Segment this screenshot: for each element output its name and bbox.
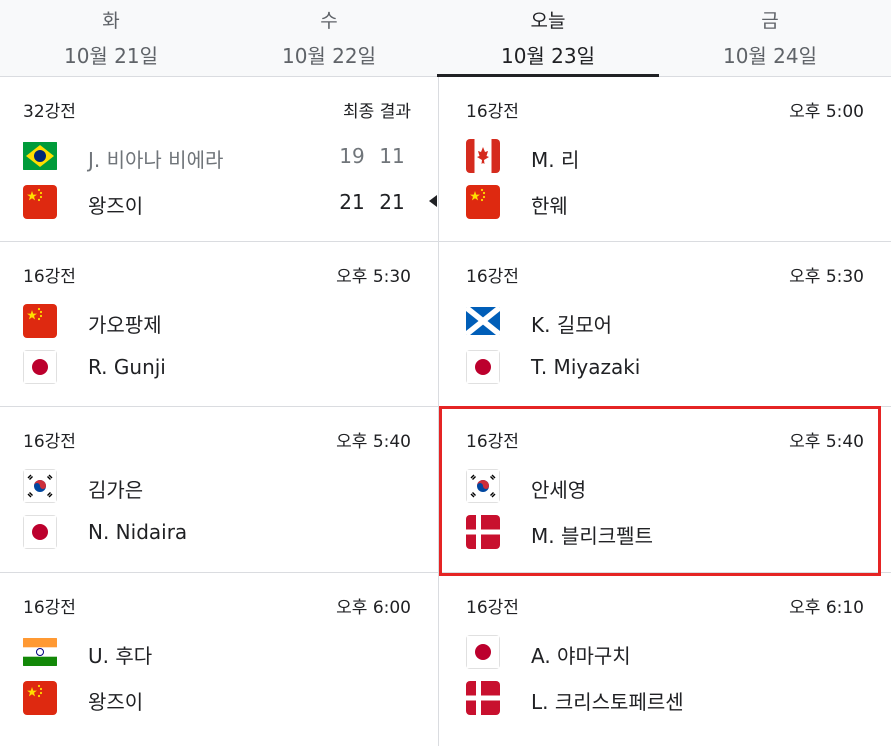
scotland-flag-icon — [466, 304, 500, 338]
match-stage: 16강전 — [23, 432, 76, 452]
korea-flag-icon — [23, 469, 57, 503]
player-name: L. 크리스토페르센 — [531, 690, 684, 714]
player-row: T. Miyazaki — [466, 350, 891, 384]
player-name: J. 비아나 비에라 — [88, 148, 224, 172]
tab-oct-24[interactable]: 금 10월 24일 — [659, 0, 881, 77]
tab-oct-21[interactable]: 화 10월 21일 — [0, 0, 222, 77]
player-name: 안세영 — [531, 478, 587, 502]
tab-date-label: 10월 21일 — [63, 44, 159, 68]
tab-date-label: 10월 23일 — [500, 44, 596, 68]
player-row: J. 비아나 비에라 19 11 — [23, 139, 438, 173]
china-flag-icon — [23, 185, 57, 219]
player-row: K. 길모어 — [466, 304, 891, 338]
player-name: 한웨 — [531, 194, 568, 218]
match-card[interactable]: 16강전 오후 5:30 가오팡제 R. Gunji — [0, 242, 438, 407]
tab-date-label: 10월 24일 — [722, 44, 818, 68]
tab-day-label: 수 — [320, 10, 338, 32]
tab-day-label: 금 — [761, 10, 779, 32]
player-name: U. 후다 — [88, 644, 153, 668]
player-row: 안세영 — [466, 469, 891, 503]
tab-day-label: 화 — [102, 10, 120, 32]
player-row: 왕즈이 — [23, 681, 438, 715]
player-name: 왕즈이 — [88, 690, 144, 714]
match-stage: 32강전 — [23, 102, 76, 122]
player-row: 한웨 — [466, 185, 891, 219]
japan-flag-icon — [466, 350, 500, 384]
player-name: N. Nidaira — [88, 520, 188, 544]
player-name: A. 야마구치 — [531, 644, 631, 668]
player-name: M. 블리크펠트 — [531, 524, 653, 548]
player-name: 김가은 — [88, 478, 144, 502]
japan-flag-icon — [23, 350, 57, 384]
denmark-flag-icon — [466, 681, 500, 715]
player-name: R. Gunji — [88, 355, 166, 379]
china-flag-icon — [23, 681, 57, 715]
date-tabs: 화 10월 21일 수 10월 22일 오늘 10월 23일 금 10월 24일 — [0, 0, 891, 77]
china-flag-icon — [466, 185, 500, 219]
player-name: 가오팡제 — [88, 313, 162, 337]
india-flag-icon — [23, 635, 57, 669]
match-card[interactable]: 32강전 최종 결과 J. 비아나 비에라 19 11 왕즈이 21 21 — [0, 77, 438, 242]
column-divider — [438, 77, 439, 746]
match-card[interactable]: 16강전 오후 5:00 M. 리 한웨 — [443, 77, 891, 242]
winner-arrow-icon — [429, 195, 437, 207]
match-stage: 16강전 — [23, 598, 76, 618]
match-stage: 16강전 — [23, 267, 76, 287]
player-name: K. 길모어 — [531, 313, 613, 337]
player-row: 김가은 — [23, 469, 438, 503]
china-flag-icon — [23, 304, 57, 338]
japan-flag-icon — [466, 635, 500, 669]
player-row: R. Gunji — [23, 350, 438, 384]
player-row: 가오팡제 — [23, 304, 438, 338]
brazil-flag-icon — [23, 139, 57, 173]
player-row: M. 블리크펠트 — [466, 515, 891, 549]
game-score: 21 — [379, 190, 405, 214]
match-time: 오후 5:30 — [336, 267, 411, 287]
player-row: U. 후다 — [23, 635, 438, 669]
match-stage: 16강전 — [466, 102, 519, 122]
match-status: 최종 결과 — [343, 102, 411, 122]
tab-day-label: 오늘 — [530, 10, 566, 32]
match-time: 오후 5:40 — [336, 432, 411, 452]
match-stage: 16강전 — [466, 432, 519, 452]
canada-flag-icon — [466, 139, 500, 173]
denmark-flag-icon — [466, 515, 500, 549]
match-time: 오후 5:40 — [789, 432, 864, 452]
match-time: 오후 6:00 — [336, 598, 411, 618]
player-name: 왕즈이 — [88, 194, 144, 218]
japan-flag-icon — [23, 515, 57, 549]
player-row: M. 리 — [466, 139, 891, 173]
match-time: 오후 5:00 — [789, 102, 864, 122]
player-name: T. Miyazaki — [531, 355, 641, 379]
tab-oct-22[interactable]: 수 10월 22일 — [218, 0, 440, 77]
match-time: 오후 6:10 — [789, 598, 864, 618]
player-row: 왕즈이 21 21 — [23, 185, 438, 219]
player-row: L. 크리스토페르센 — [466, 681, 891, 715]
match-card[interactable]: 16강전 오후 6:10 A. 야마구치 L. 크리스토페르센 — [443, 573, 891, 738]
match-card[interactable]: 16강전 오후 6:00 U. 후다 왕즈이 — [0, 573, 438, 738]
korea-flag-icon — [466, 469, 500, 503]
player-row: A. 야마구치 — [466, 635, 891, 669]
game-score: 11 — [379, 144, 405, 168]
tab-oct-23-today[interactable]: 오늘 10월 23일 — [437, 0, 659, 77]
player-row: N. Nidaira — [23, 515, 438, 549]
match-card-highlighted[interactable]: 16강전 오후 5:40 안세영 M. 블리크펠트 — [443, 407, 891, 572]
match-stage: 16강전 — [466, 267, 519, 287]
match-stage: 16강전 — [466, 598, 519, 618]
player-name: M. 리 — [531, 148, 580, 172]
match-card[interactable]: 16강전 오후 5:30 K. 길모어 T. Miyazaki — [443, 242, 891, 407]
game-score: 21 — [339, 190, 365, 214]
game-score: 19 — [339, 144, 365, 168]
match-card[interactable]: 16강전 오후 5:40 김가은 N. Nidaira — [0, 407, 438, 572]
match-time: 오후 5:30 — [789, 267, 864, 287]
tab-date-label: 10월 22일 — [281, 44, 377, 68]
